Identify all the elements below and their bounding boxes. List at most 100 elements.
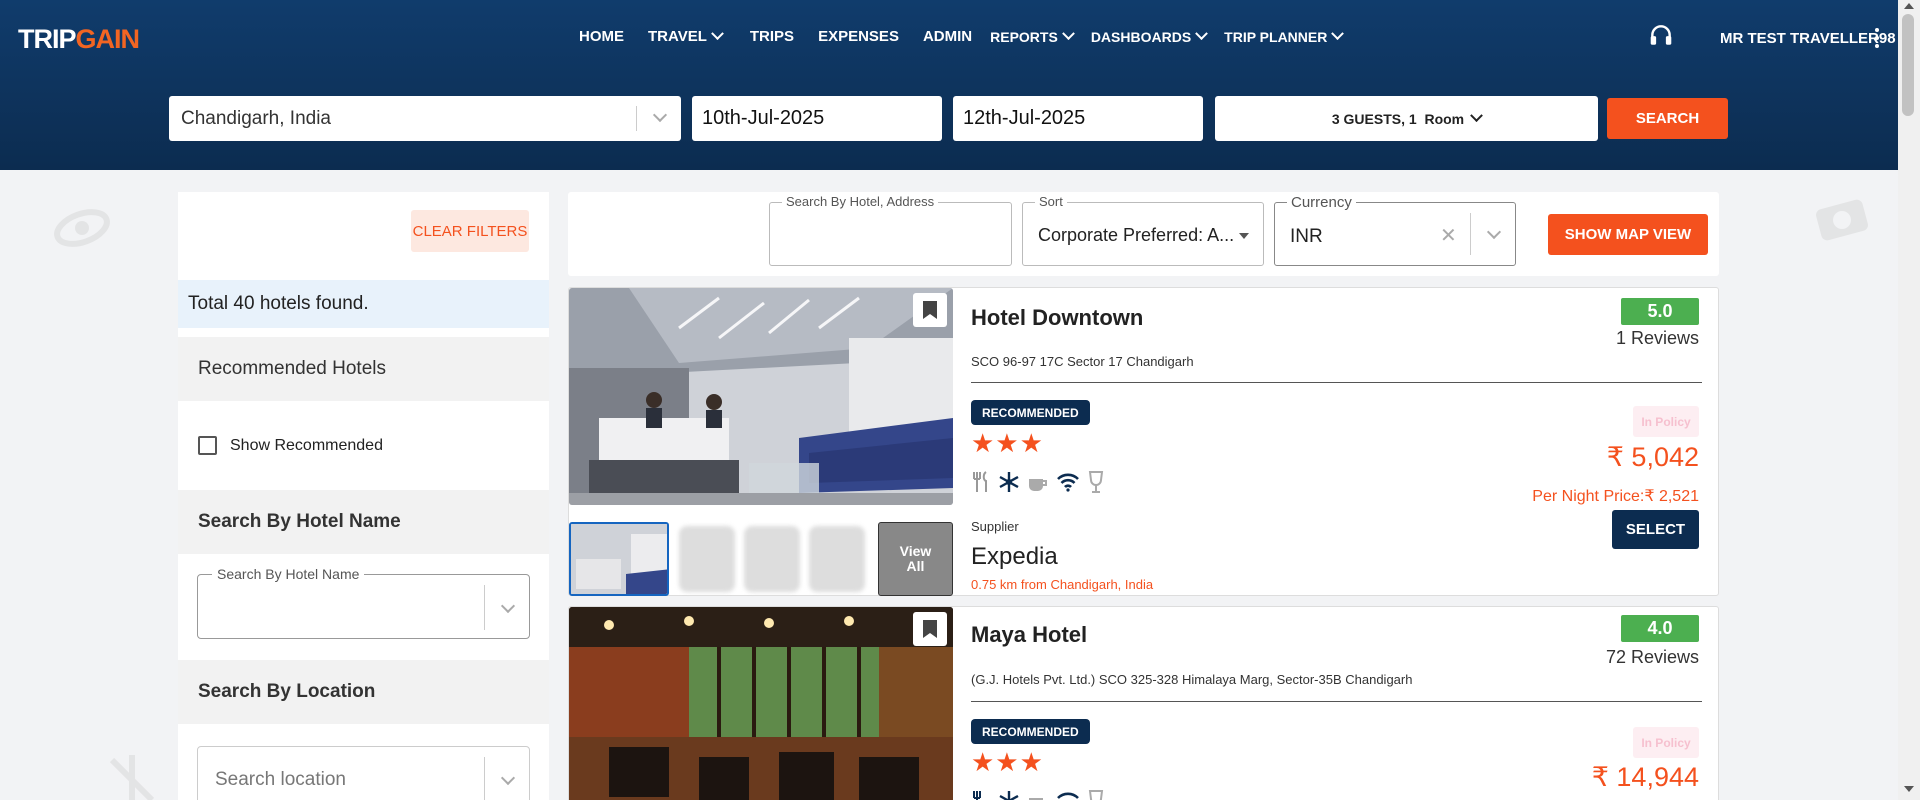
hotel-address: (G.J. Hotels Pvt. Ltd.) SCO 325-328 Hima…	[971, 672, 1413, 687]
hotel-card: View All Hotel Downtown SCO 96-97 17C Se…	[568, 287, 1719, 596]
clear-filters-button[interactable]: CLEAR FILTERS	[411, 210, 529, 252]
chevron-down-icon	[1486, 224, 1502, 240]
guests-count: 3 GUESTS, 1	[1331, 110, 1417, 127]
filter-sidebar: CLEAR FILTERS Total 40 hotels found. Rec…	[178, 192, 549, 800]
nav-trips[interactable]: TRIPS	[750, 28, 794, 45]
nav-home-label: HOME	[579, 28, 624, 45]
chevron-down-icon	[1470, 109, 1483, 123]
reviews-count[interactable]: 72 Reviews	[1606, 647, 1699, 668]
rating-badge: 5.0	[1621, 298, 1699, 325]
page-scrollbar[interactable]	[1898, 0, 1920, 800]
in-policy-badge: In Policy	[1633, 406, 1699, 437]
logo-text-gain: GAIN	[75, 24, 140, 54]
bookmark-icon[interactable]	[913, 612, 947, 646]
scroll-thumb[interactable]	[1902, 14, 1914, 116]
hotel-name[interactable]: Hotel Downtown	[971, 305, 1143, 331]
city-select[interactable]: Chandigarh, India	[169, 96, 681, 141]
total-price: ₹ 14,944	[1591, 762, 1699, 792]
divider	[1470, 213, 1471, 255]
eye-watermark-icon	[54, 209, 110, 247]
sort-select[interactable]: Sort Corporate Preferred: A...	[1022, 194, 1264, 266]
hotel-photo[interactable]	[569, 607, 953, 800]
in-policy-badge: In Policy	[1633, 727, 1699, 758]
star-rating: ★★★	[971, 428, 1044, 458]
wifi-icon	[1057, 792, 1079, 799]
thumbnail[interactable]	[744, 526, 800, 592]
reviews-count[interactable]: 1 Reviews	[1616, 328, 1699, 349]
wifi-icon	[1057, 473, 1079, 492]
results-toolbar: Search By Hotel, Address Sort Corporate …	[568, 192, 1719, 276]
coffee-icon	[1029, 798, 1043, 800]
chevron-down-icon	[1331, 27, 1345, 41]
nav-admin-label: ADMIN	[922, 28, 973, 45]
field-label: Search By Hotel Name	[212, 566, 365, 582]
chevron-down-icon	[711, 27, 724, 41]
nav-admin[interactable]: ADMIN	[923, 28, 972, 45]
ac-snowflake-icon	[999, 791, 1019, 800]
bar-glass-icon	[1088, 471, 1104, 493]
currency-select[interactable]: Currency INR ✕	[1274, 194, 1516, 266]
chevron-down-icon	[500, 598, 516, 614]
clear-icon[interactable]: ✕	[1440, 223, 1457, 248]
recommended-heading: Recommended Hotels	[178, 337, 549, 401]
nav-reports[interactable]: REPORTS	[990, 27, 1075, 45]
caret-down-icon	[1239, 233, 1249, 239]
show-recommended-checkbox[interactable]: Show Recommended	[198, 436, 383, 455]
nav-expenses[interactable]: EXPENSES	[818, 28, 899, 45]
thumbnail-selected[interactable]	[569, 522, 669, 596]
recommended-badge: RECOMMENDED	[971, 400, 1090, 425]
lobby-image	[569, 288, 953, 505]
show-map-view-button[interactable]: SHOW MAP VIEW	[1548, 214, 1708, 255]
thumbnail[interactable]	[809, 526, 865, 592]
chevron-down-icon	[1195, 27, 1209, 41]
tripgain-logo[interactable]: TRIPGAIN	[18, 24, 140, 55]
hotel-name-heading: Search By Hotel Name	[178, 490, 549, 554]
nav-home[interactable]: HOME	[579, 28, 624, 45]
currency-value: INR	[1290, 226, 1323, 247]
scroll-up-icon[interactable]	[1904, 3, 1914, 9]
guests-selector[interactable]: 3 GUESTS, 1 Room	[1215, 96, 1598, 141]
hotel-name-search-field[interactable]: Search By Hotel Name	[197, 566, 530, 639]
kebab-menu-icon[interactable]	[1874, 28, 1880, 48]
hotel-distance: 0.75 km from Chandigarh, India	[971, 577, 1154, 592]
checkout-date-input[interactable]: 12th-Jul-2025	[953, 96, 1203, 141]
top-header: TRIPGAIN HOME TRAVEL TRIPS EXPENSES ADMI…	[0, 0, 1898, 170]
nav-travel-label: TRAVEL	[648, 28, 707, 45]
user-name[interactable]: MR TEST TRAVELLER98	[1720, 30, 1896, 47]
location-heading: Search By Location	[178, 660, 549, 724]
field-label: Sort	[1035, 194, 1067, 209]
show-recommended-label: Show Recommended	[230, 436, 383, 454]
checkin-date-input[interactable]: 10th-Jul-2025	[692, 96, 942, 141]
sort-value: Corporate Preferred: A...	[1038, 225, 1235, 245]
camera-watermark-icon	[1816, 199, 1868, 241]
hotel-card: Maya Hotel (G.J. Hotels Pvt. Ltd.) SCO 3…	[568, 606, 1719, 800]
field-label: Currency	[1287, 194, 1356, 211]
coffee-icon	[1029, 479, 1047, 491]
ac-snowflake-icon	[999, 472, 1019, 492]
scroll-down-icon[interactable]	[1904, 786, 1914, 792]
nav-reports-label: REPORTS	[990, 28, 1058, 45]
nav-travel[interactable]: TRAVEL	[648, 27, 724, 45]
nav-trip-planner-label: TRIP PLANNER	[1224, 28, 1328, 45]
total-hotels-text: Total 40 hotels found.	[178, 280, 549, 328]
checkbox-icon[interactable]	[198, 436, 217, 455]
nav-dashboards[interactable]: DASHBOARDS	[1091, 27, 1209, 45]
bookmark-icon[interactable]	[913, 293, 947, 327]
photo-thumbnails: View All	[569, 522, 953, 596]
chevron-down-icon	[652, 107, 668, 123]
amenities-icons	[971, 790, 1112, 800]
thumbnail[interactable]	[679, 526, 735, 592]
search-button[interactable]: SEARCH	[1607, 98, 1728, 139]
divider	[971, 701, 1702, 702]
hotel-address-search-input[interactable]: Search By Hotel, Address	[769, 194, 1012, 266]
sun-watermark-icon	[109, 755, 155, 800]
view-all-photos-button[interactable]: View All	[878, 522, 953, 596]
headphones-icon[interactable]	[1648, 22, 1674, 48]
location-search-field[interactable]: Search location	[197, 746, 530, 800]
hotel-photo[interactable]	[569, 288, 953, 505]
hotel-name[interactable]: Maya Hotel	[971, 622, 1087, 648]
field-label: Search By Hotel, Address	[782, 194, 939, 209]
nav-trip-planner[interactable]: TRIP PLANNER	[1224, 27, 1345, 45]
rating-badge: 4.0	[1621, 615, 1699, 642]
select-hotel-button[interactable]: SELECT	[1612, 510, 1699, 549]
